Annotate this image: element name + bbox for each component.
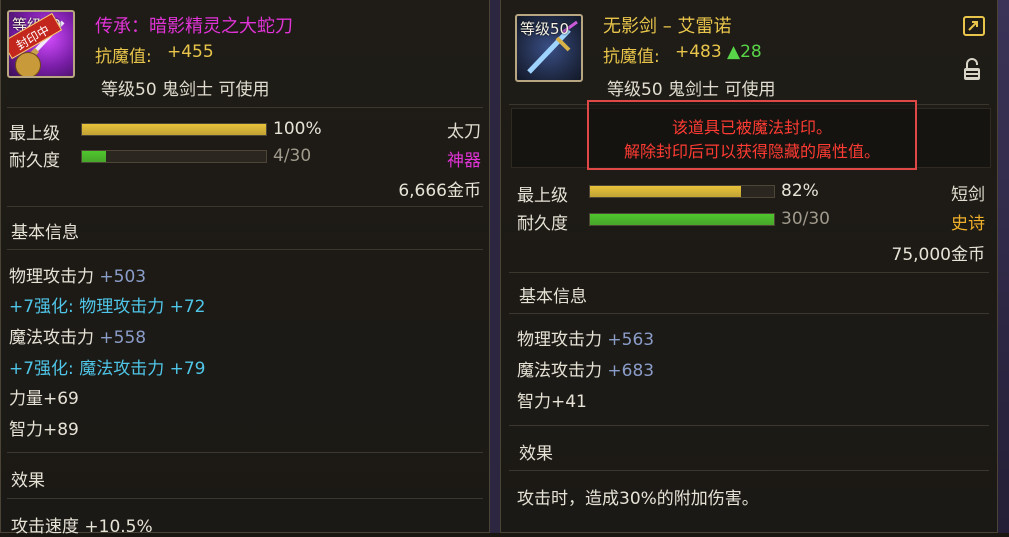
attr-intelligence: 智力+41 bbox=[517, 392, 587, 412]
price-text: 75,000金币 bbox=[891, 245, 985, 265]
grade-bar-fill bbox=[82, 124, 266, 135]
durability-label: 耐久度 bbox=[517, 214, 568, 234]
attr-intelligence: 智力+89 bbox=[9, 420, 79, 440]
effect-line: 攻击时，造成30%的附加伤害。 bbox=[517, 489, 759, 509]
divider bbox=[509, 470, 989, 471]
grade-label: 最上级 bbox=[517, 186, 568, 206]
anti-magic-delta: ▲28 bbox=[727, 42, 762, 62]
divider bbox=[7, 249, 483, 250]
rarity-text: 史诗 bbox=[951, 214, 985, 234]
divider bbox=[509, 272, 989, 273]
item-title: 传承：暗影精灵之大蛇刀 bbox=[95, 16, 293, 37]
effect-line: 攻击速度 +10.5% bbox=[11, 517, 153, 537]
section-basic-info: 基本信息 bbox=[519, 287, 587, 307]
item-title: 无影剑 – 艾雷诺 bbox=[603, 16, 732, 37]
sword-item-icon: 等级50 封印中 bbox=[7, 10, 75, 78]
seal-notice-box: 该道具已被魔法封印。 解除封印后可以获得隐藏的属性值。 bbox=[587, 100, 917, 170]
durability-label: 耐久度 bbox=[9, 151, 60, 171]
durability-bar bbox=[589, 213, 775, 226]
durability-bar-fill bbox=[82, 151, 106, 162]
grade-bar bbox=[81, 123, 267, 136]
section-effect: 效果 bbox=[11, 471, 45, 491]
anti-magic-label: 抗魔值: bbox=[603, 47, 660, 67]
divider bbox=[7, 107, 483, 108]
section-basic-info: 基本信息 bbox=[11, 223, 79, 243]
divider bbox=[7, 498, 483, 499]
attr-strength: 力量+69 bbox=[9, 389, 79, 409]
durability-value: 30/30 bbox=[781, 209, 830, 229]
grade-bar bbox=[589, 185, 775, 198]
anti-magic-label: 抗魔值: bbox=[95, 47, 152, 67]
attr-enhance-physical: +7强化: 物理攻击力 +72 bbox=[9, 297, 206, 317]
divider bbox=[509, 313, 989, 314]
durability-bar bbox=[81, 150, 267, 163]
anti-magic-value: +483 bbox=[675, 42, 722, 62]
item-level-badge: 等级50 bbox=[520, 20, 570, 38]
divider bbox=[509, 425, 989, 426]
anti-magic-value: +455 bbox=[167, 42, 214, 62]
blade-item-icon: 等级50 bbox=[515, 14, 583, 82]
rarity-text: 神器 bbox=[447, 151, 481, 171]
durability-bar-fill bbox=[590, 214, 774, 225]
mascot-face-icon bbox=[15, 52, 41, 76]
grade-bar-fill bbox=[590, 186, 741, 197]
seal-notice-line2: 解除封印后可以获得隐藏的属性值。 bbox=[623, 142, 880, 161]
lock-icon[interactable] bbox=[961, 56, 983, 82]
item-tooltip-left: 等级50 封印中 传承：暗影精灵之大蛇刀 抗魔值: +455 等级50 鬼剑士 … bbox=[0, 0, 490, 537]
price-text: 6,666金币 bbox=[398, 181, 481, 201]
grade-label: 最上级 bbox=[9, 124, 60, 144]
attr-magic-attack: 魔法攻击力 +683 bbox=[517, 361, 655, 381]
attr-enhance-magic: +7强化: 魔法攻击力 +79 bbox=[9, 359, 206, 379]
divider bbox=[7, 452, 483, 453]
seal-notice-line1: 该道具已被魔法封印。 bbox=[671, 118, 832, 137]
background-right-edge bbox=[998, 0, 1009, 533]
grade-value: 100% bbox=[273, 119, 322, 139]
requirement-text: 等级50 鬼剑士 可使用 bbox=[101, 80, 270, 100]
section-effect: 效果 bbox=[519, 444, 553, 464]
attr-physical-attack: 物理攻击力 +563 bbox=[517, 330, 655, 350]
attr-physical-attack: 物理攻击力 +503 bbox=[9, 267, 147, 287]
requirement-text: 等级50 鬼剑士 可使用 bbox=[607, 80, 776, 100]
divider bbox=[7, 206, 483, 207]
attr-magic-attack: 魔法攻击力 +558 bbox=[9, 328, 147, 348]
grade-value: 82% bbox=[781, 181, 819, 201]
durability-value: 4/30 bbox=[273, 146, 312, 166]
item-tooltip-right: 等级50 无影剑 – 艾雷诺 抗魔值: +483 ▲28 等级50 鬼剑士 可使… bbox=[500, 0, 998, 533]
background-gap bbox=[490, 0, 500, 533]
weapon-type: 短剑 bbox=[951, 185, 985, 205]
compare-icon[interactable] bbox=[963, 16, 985, 36]
weapon-type: 太刀 bbox=[447, 122, 481, 142]
